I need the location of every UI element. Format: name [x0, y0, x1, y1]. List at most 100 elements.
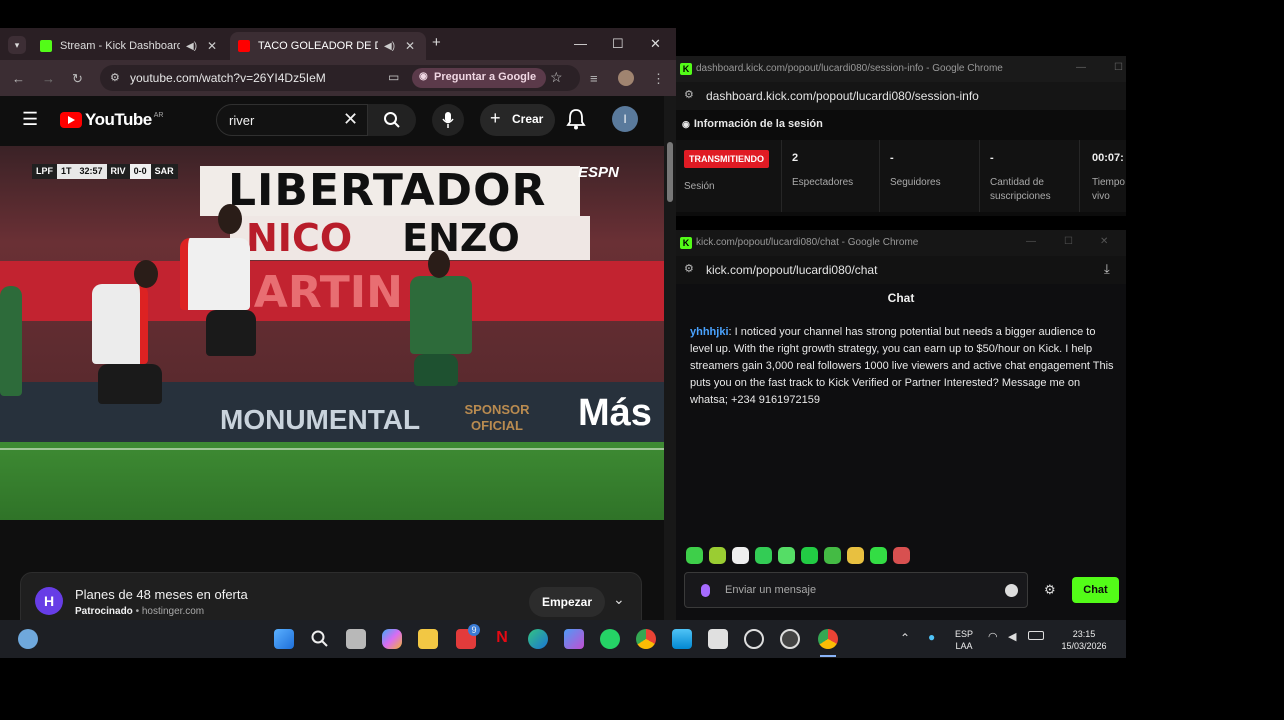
minimize-button[interactable]: —	[1076, 62, 1086, 73]
emote-icon[interactable]	[801, 547, 818, 564]
account-avatar[interactable]: I	[612, 106, 638, 132]
netflix-icon[interactable]: N	[492, 629, 512, 649]
chat-message-input[interactable]: Enviar un mensaje	[684, 572, 1028, 608]
mic-tray-icon[interactable]: ●	[928, 630, 935, 644]
emote-icon[interactable]	[732, 547, 749, 564]
emote-icon[interactable]	[709, 547, 726, 564]
hamburger-menu-icon[interactable]: ☰	[22, 109, 38, 130]
battery-icon[interactable]	[1028, 631, 1044, 640]
ad-title[interactable]: Planes de 48 meses en oferta	[75, 587, 248, 602]
site-info-icon[interactable]: ⚙	[684, 88, 694, 101]
language-indicator[interactable]: ESP LAA	[950, 628, 978, 652]
calculator-icon[interactable]	[708, 629, 728, 649]
tab-kick-dashboard[interactable]: Stream - Kick Dashboard ◀) ✕	[32, 32, 226, 60]
emote-icon[interactable]	[893, 547, 910, 564]
file-explorer-icon[interactable]	[418, 629, 438, 649]
chat-message: yhhhjki: I noticed your channel has stro…	[690, 324, 1116, 409]
wifi-icon[interactable]: ◠	[988, 630, 998, 643]
close-tab-icon[interactable]: ✕	[207, 39, 217, 53]
video-player[interactable]: MARTIN LIBERTADOR NICO ENZO MONUMENTAL SP…	[0, 146, 664, 520]
voice-search-button[interactable]	[432, 104, 464, 136]
hostinger-logo: H	[35, 587, 63, 615]
chevron-up-icon[interactable]: ⌃	[900, 631, 910, 645]
scrollbar-thumb[interactable]	[667, 142, 673, 202]
tab-youtube-video[interactable]: TACO GOLEADOR DE DRU ◀) ✕	[230, 32, 426, 60]
emote-icon[interactable]	[847, 547, 864, 564]
chrome-menu-icon[interactable]: ⋮	[652, 71, 665, 87]
close-window-button[interactable]: ✕	[1100, 236, 1108, 247]
gear-icon[interactable]: ⚙	[1044, 582, 1056, 598]
volume-icon[interactable]: ◀	[1008, 630, 1016, 643]
back-icon[interactable]: ←	[12, 71, 25, 86]
heading-text: Información de la sesión	[693, 118, 823, 130]
emoji-picker-icon[interactable]	[1005, 584, 1018, 597]
start-menu-icon[interactable]	[274, 629, 294, 649]
microphone-icon[interactable]	[701, 584, 710, 597]
sponsored-ad-card[interactable]: H Planes de 48 meses en oferta Patrocina…	[20, 572, 642, 620]
bookmark-star-icon[interactable]: ☆	[550, 69, 563, 86]
media-controls-icon[interactable]: ≡	[590, 71, 598, 86]
speaker-icon[interactable]: ◀)	[384, 41, 395, 52]
sponsored-label: Patrocinado	[75, 606, 133, 617]
maximize-button[interactable]: ☐	[1064, 236, 1073, 247]
site-info-icon[interactable]: ⚙	[110, 71, 120, 84]
cast-icon[interactable]: ▭	[388, 70, 399, 84]
maximize-button[interactable]: ☐	[612, 36, 624, 52]
player-shorts-1	[206, 310, 256, 356]
minimize-button[interactable]: —	[1026, 236, 1036, 247]
maximize-button[interactable]: ☐	[1114, 62, 1123, 73]
tab-search-icon[interactable]: ▾	[8, 36, 26, 54]
send-chat-button[interactable]: Chat	[1072, 577, 1119, 603]
photos-icon[interactable]	[672, 629, 692, 649]
emote-icon[interactable]	[686, 547, 703, 564]
notifications-bell-icon[interactable]	[566, 108, 586, 130]
download-icon[interactable]: ⤓	[1104, 261, 1110, 277]
minimize-button[interactable]: —	[574, 36, 587, 51]
emote-icon[interactable]	[870, 547, 887, 564]
search-input[interactable]: river ✕	[216, 104, 368, 136]
chat-username[interactable]: yhhhjki	[690, 326, 729, 338]
speaker-icon[interactable]: ◀)	[186, 41, 197, 52]
ask-google-button[interactable]: ◉ Preguntar a Google	[412, 68, 547, 88]
forward-icon[interactable]: →	[42, 71, 55, 86]
stat-value: -	[890, 152, 894, 164]
search-icon[interactable]	[310, 629, 330, 649]
chrome-active-icon[interactable]	[818, 629, 838, 649]
widgets-weather-icon[interactable]	[18, 629, 38, 649]
ad-cta-button[interactable]: Empezar	[529, 587, 606, 617]
chevron-down-icon[interactable]: ⌄	[613, 591, 625, 608]
emote-icon[interactable]	[824, 547, 841, 564]
new-tab-button[interactable]: +	[432, 34, 441, 51]
stat-viewers: 2 Espectadores	[782, 140, 880, 212]
banner-name-left: NICO	[246, 216, 353, 260]
popout-url: dashboard.kick.com/popout/lucardi080/ses…	[706, 89, 979, 103]
stat-label: Seguidores	[890, 177, 941, 188]
store-icon[interactable]	[564, 629, 584, 649]
clear-search-icon[interactable]: ✕	[343, 109, 358, 130]
league-badge: LPF	[32, 164, 57, 179]
search-button[interactable]	[368, 104, 416, 136]
emote-icon[interactable]	[778, 547, 795, 564]
chatgpt-icon[interactable]	[744, 629, 764, 649]
reload-icon[interactable]: ↻	[72, 71, 83, 87]
emote-icon[interactable]	[755, 547, 772, 564]
chrome-icon[interactable]	[636, 629, 656, 649]
task-view-icon[interactable]	[346, 629, 366, 649]
omnibox[interactable]: ⚙ youtube.com/watch?v=26YI4Dz5IeM ▭ ◉ Pr…	[100, 65, 580, 91]
close-tab-icon[interactable]: ✕	[405, 39, 415, 53]
copilot-icon[interactable]	[382, 629, 402, 649]
window-title: dashboard.kick.com/popout/lucardi080/ses…	[696, 63, 1003, 74]
youtube-logo[interactable]: YouTube AR	[60, 110, 163, 130]
url-text[interactable]: youtube.com/watch?v=26YI4Dz5IeM	[130, 71, 326, 85]
create-button[interactable]: + Crear	[480, 104, 556, 136]
obs-icon[interactable]	[780, 629, 800, 649]
site-info-icon[interactable]: ⚙	[684, 262, 694, 275]
whatsapp-icon[interactable]	[600, 629, 620, 649]
edge-icon[interactable]	[528, 629, 548, 649]
clock[interactable]: 23:15 15/03/2026	[1056, 628, 1112, 652]
window-title-bar: K dashboard.kick.com/popout/lucardi080/s…	[676, 56, 1126, 82]
pitch	[0, 442, 664, 520]
scorebug: LPF 1T 32:57 RIV 0-0 SAR	[32, 164, 178, 179]
close-window-button[interactable]: ✕	[650, 36, 661, 52]
profile-avatar[interactable]	[618, 70, 634, 86]
